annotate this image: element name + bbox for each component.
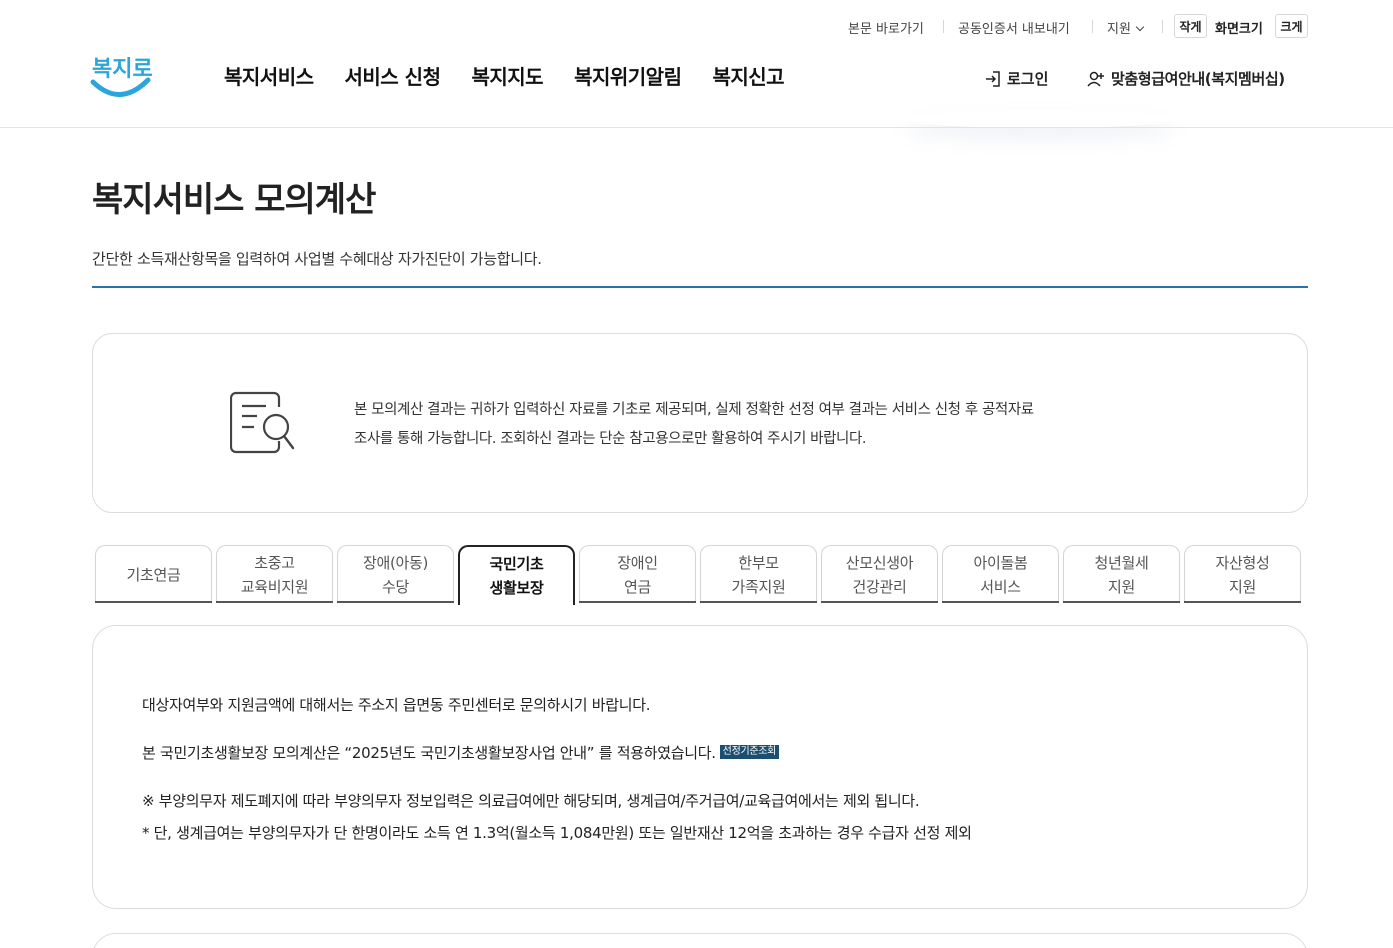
nav-welfare-services[interactable]: 복지서비스 xyxy=(224,61,314,91)
login-icon xyxy=(986,70,1000,87)
tab-label: 국민기초 생활보장 xyxy=(489,555,544,597)
cert-export-link[interactable]: 공동인증서 내보내기 xyxy=(958,18,1070,37)
bokjiro-logo[interactable]: 복지로 xyxy=(90,46,154,102)
tab-disability-pension[interactable]: 장애인 연금 xyxy=(579,545,696,603)
header-divider xyxy=(0,127,1393,128)
logo-mark: 복지로 xyxy=(90,57,153,97)
add-user-icon xyxy=(1087,71,1104,87)
utility-bar: 본문 바로가기 공동인증서 내보내기 지원 작게 화면크기 크게 xyxy=(0,14,1393,40)
logo-text: 복지로 xyxy=(92,57,153,82)
tab-disabled-child-allowance[interactable]: 장애(아동) 수당 xyxy=(337,545,454,603)
tab-basic-livelihood[interactable]: 국민기초 생활보장 xyxy=(458,545,575,605)
tab-childcare-service[interactable]: 아이돌봄 서비스 xyxy=(942,545,1059,603)
nav-welfare-report[interactable]: 복지신고 xyxy=(712,61,784,91)
support-menu[interactable]: 지원 xyxy=(1107,18,1145,37)
header-dropdown-shadow xyxy=(905,110,1175,128)
tab-label: 아이돌봄 서비스 xyxy=(973,553,1028,596)
divider xyxy=(1162,20,1163,33)
tab-label: 산모신생아 건강관리 xyxy=(845,553,914,596)
tab-label: 한부모 가족지원 xyxy=(731,553,786,596)
notice-line: 본 모의계산 결과는 귀하가 입력하신 자료를 기초로 제공되며, 실제 정확한… xyxy=(354,402,1034,418)
membership-label: 맞춤형급여안내(복지멤버십) xyxy=(1111,70,1285,88)
login-label: 로그인 xyxy=(1007,70,1049,88)
tab-label: 기초연금 xyxy=(126,565,181,584)
tab-basic-pension[interactable]: 기초연금 xyxy=(95,545,212,603)
document-search-icon xyxy=(229,389,300,459)
divider xyxy=(1092,20,1093,33)
tab-maternal-newborn[interactable]: 산모신생아 건강관리 xyxy=(821,545,938,603)
tab-school-expense[interactable]: 초중고 교육비지원 xyxy=(216,545,333,603)
info-line: 본 국민기초생활보장 모의계산은 “2025년도 국민기초생활보장사업 안내” … xyxy=(142,742,780,763)
nav-service-application[interactable]: 서비스 신청 xyxy=(345,61,441,91)
page-title: 복지서비스 모의계산 xyxy=(92,180,376,220)
calculator-info-panel: 대상자여부와 지원금액에 대해서는 주소지 읍면동 주민센터로 문의하시기 바랍… xyxy=(92,625,1308,909)
notice-line: 조사를 통해 가능합니다. 조회하신 결과는 단순 참고용으로만 활용하여 주시… xyxy=(354,431,867,447)
tab-single-parent[interactable]: 한부모 가족지원 xyxy=(700,545,817,603)
info-note: * 단, 생계급여는 부양의무자가 단 한명이라도 소득 연 1.3억(월소득 … xyxy=(142,824,972,842)
calculator-tabs: 기초연금 초중고 교육비지원 장애(아동) 수당 국민기초 생활보장 장애인 연금 한부… xyxy=(95,545,1305,605)
membership-link[interactable]: 맞춤형급여안내(복지멤버십) xyxy=(1086,68,1285,89)
title-divider xyxy=(92,286,1308,288)
font-size-large-button[interactable]: 크게 xyxy=(1275,14,1308,38)
nav-welfare-crisis-alert[interactable]: 복지위기알림 xyxy=(574,61,682,91)
tab-label: 초중고 교육비지원 xyxy=(240,553,309,596)
notice-box: 본 모의계산 결과는 귀하가 입력하신 자료를 기초로 제공되며, 실제 정확한… xyxy=(92,333,1308,513)
next-panel xyxy=(92,933,1308,948)
skip-to-content-link[interactable]: 본문 바로가기 xyxy=(848,18,924,37)
font-size-label: 화면크기 xyxy=(1215,22,1263,37)
page-description: 간단한 소득재산항목을 입력하여 사업별 수혜대상 자가진단이 가능합니다. xyxy=(92,250,542,268)
notice-text: 본 모의계산 결과는 귀하가 입력하신 자료를 기초로 제공되며, 실제 정확한… xyxy=(354,396,1094,454)
chevron-down-icon xyxy=(1135,22,1145,32)
tab-asset-building[interactable]: 자산형성 지원 xyxy=(1184,545,1301,603)
divider xyxy=(943,20,944,33)
main-navigation: 복지서비스 서비스 신청 복지지도 복지위기알림 복지신고 xyxy=(224,61,785,91)
login-link[interactable]: 로그인 xyxy=(984,68,1048,89)
tab-label: 장애(아동) 수당 xyxy=(362,553,429,596)
tab-label: 장애인 연금 xyxy=(617,553,658,596)
info-line: 대상자여부와 지원금액에 대해서는 주소지 읍면동 주민센터로 문의하시기 바랍… xyxy=(142,696,651,714)
nav-welfare-map[interactable]: 복지지도 xyxy=(471,61,543,91)
tab-youth-rent[interactable]: 청년월세 지원 xyxy=(1063,545,1180,603)
criteria-lookup-button[interactable]: 선정기준조회 xyxy=(719,744,780,759)
info-note: ※ 부양의무자 제도폐지에 따라 부양의무자 정보입력은 의료급여에만 해당되며… xyxy=(142,792,920,810)
support-label: 지원 xyxy=(1107,22,1131,37)
tab-label: 청년월세 지원 xyxy=(1094,553,1149,596)
font-size-small-button[interactable]: 작게 xyxy=(1174,14,1207,38)
tab-label: 자산형성 지원 xyxy=(1215,553,1270,596)
